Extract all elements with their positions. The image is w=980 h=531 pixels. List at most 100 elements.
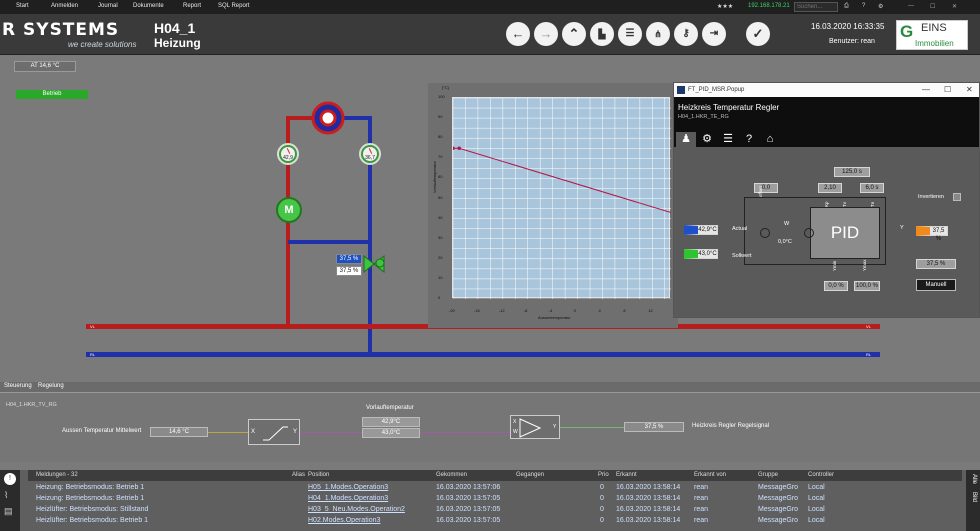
col-position[interactable]: Position xyxy=(308,472,329,478)
message-row[interactable]: Heizlüfter: Betriebsmodus: Stillstand H0… xyxy=(28,505,962,516)
valve-setpoint[interactable]: 37,5 % xyxy=(336,254,362,264)
kp-value[interactable]: 2,10 xyxy=(818,183,842,193)
manual-value[interactable]: 37,5 % xyxy=(916,259,956,269)
summing-junction-1 xyxy=(760,228,770,238)
chart-y-tick: 80 xyxy=(438,134,443,140)
server-button[interactable]: ☰ xyxy=(618,22,642,46)
message-prio: 0 xyxy=(600,517,604,524)
menu-start[interactable]: Start xyxy=(16,3,29,9)
tab-regelung[interactable]: Regelung xyxy=(38,383,64,389)
popup-close-icon[interactable]: ✕ xyxy=(966,85,973,94)
tab-steuerung[interactable]: Steuerung xyxy=(4,383,32,389)
col-controller[interactable]: Controller xyxy=(808,472,834,478)
network-button[interactable]: ⋔ xyxy=(646,22,670,46)
col-erkannt-von[interactable]: Erkannt von xyxy=(694,472,726,478)
supply-temperature-gauge[interactable]: 42,9 xyxy=(277,143,299,165)
help-icon[interactable]: ? xyxy=(862,3,865,9)
message-position-link[interactable]: H03_5_Neu.Modes.Operation2 xyxy=(308,506,405,513)
tab-tags[interactable]: ⌂ xyxy=(760,132,780,147)
help-icon: ? xyxy=(745,133,753,145)
ymin-value[interactable]: 0,0 % xyxy=(824,281,848,291)
valve-icon[interactable] xyxy=(362,254,390,274)
chart-x-tick: -12 xyxy=(498,308,505,313)
message-came: 16.03.2020 13:57:05 xyxy=(436,506,501,513)
trend-icon[interactable]: ⌇ xyxy=(4,490,8,501)
message-controller: Local xyxy=(808,517,825,524)
manual-button[interactable]: Manuell xyxy=(916,279,956,291)
window-close-icon[interactable]: ✕ xyxy=(952,3,957,10)
regler-value: 37,5 % xyxy=(624,422,684,432)
col-erkannt[interactable]: Erkannt xyxy=(616,472,637,478)
forward-button[interactable]: → xyxy=(534,22,558,46)
arrow-left-icon: ← xyxy=(511,26,525,41)
tab-user[interactable]: ♟ xyxy=(676,132,696,147)
window-maximize-icon[interactable]: ☐ xyxy=(930,3,935,10)
menu-dokumente[interactable]: Dokumente xyxy=(133,3,164,9)
up-button[interactable]: ⌃ xyxy=(562,22,586,46)
menu-anmelden[interactable]: Anmelden xyxy=(51,3,78,9)
control-tabs: Steuerung Regelung xyxy=(0,382,980,392)
menu-report[interactable]: Report xyxy=(183,3,201,9)
window-minimize-icon[interactable]: — xyxy=(908,3,914,9)
kd-value[interactable]: 125,0 s xyxy=(834,167,870,177)
col-prio[interactable]: Prio xyxy=(598,472,609,478)
message-prio: 0 xyxy=(600,506,604,513)
search-input[interactable] xyxy=(794,2,838,12)
w-label: W xyxy=(784,221,790,227)
tab-alle[interactable]: Alle xyxy=(971,474,977,484)
gear-icon[interactable]: ⚙ xyxy=(878,3,883,10)
menu-sql-report[interactable]: SQL Report xyxy=(218,3,249,9)
message-controller: Local xyxy=(808,484,825,491)
messages-icon[interactable]: ! xyxy=(4,473,16,485)
outside-temperature-field[interactable]: AT 14,6 °C xyxy=(14,61,76,72)
col-gegangen[interactable]: Gegangen xyxy=(516,472,544,478)
vorlauf-label: Vorlauftemperatur xyxy=(366,405,414,411)
exit-icon: ⇥ xyxy=(709,28,719,39)
vorlauf-value-2: 43,0°C xyxy=(362,428,420,438)
tab-help[interactable]: ? xyxy=(739,132,759,147)
message-text: Heizung: Betriebsmodus: Betrieb 1 xyxy=(36,484,145,491)
tab-bild[interactable]: Bild xyxy=(971,492,977,502)
back-button[interactable]: ← xyxy=(506,22,530,46)
popup-titlebar: FT_PID_MSR.Popup — ☐ ✕ xyxy=(674,83,979,97)
key-button[interactable]: ⚷ xyxy=(674,22,698,46)
tab-database[interactable]: ☰ xyxy=(718,132,738,147)
col-meldungen[interactable]: Meldungen - 32 xyxy=(36,472,78,478)
message-row[interactable]: Heizung: Betriebsmodus: Betrieb 1 H05_1.… xyxy=(28,483,962,494)
popup-minimize-icon[interactable]: — xyxy=(922,85,930,94)
setpoint-value: 43,0°C xyxy=(684,249,718,259)
up-icon: ⌃ xyxy=(568,26,580,41)
chart-y-tick: 10 xyxy=(438,274,443,280)
motor-icon[interactable]: M xyxy=(276,197,302,223)
invert-checkbox[interactable] xyxy=(953,193,961,201)
col-gekommen[interactable]: Gekommen xyxy=(436,472,467,478)
message-position-link[interactable]: H02.Modes.Operation3 xyxy=(308,517,380,524)
popup-maximize-icon[interactable]: ☐ xyxy=(944,85,951,94)
factory-icon: ▙ xyxy=(598,29,606,39)
confirm-button[interactable]: ✓ xyxy=(746,22,770,46)
return-temperature-gauge[interactable]: 36,7 xyxy=(359,143,381,165)
chart-x-tick: 12 xyxy=(648,308,653,313)
popup-title: FT_PID_MSR.Popup xyxy=(688,87,745,93)
message-position-link[interactable]: H04_1.Modes.Operation3 xyxy=(308,495,388,502)
plant-button[interactable]: ▙ xyxy=(590,22,614,46)
message-group: MessageGro xyxy=(758,484,799,491)
ymax-value[interactable]: 100,0 % xyxy=(854,281,880,291)
exit-button[interactable]: ⇥ xyxy=(702,22,726,46)
heating-curve-chart: [°C] Vorlauftemperatur Aussentemperatur … xyxy=(428,83,678,328)
menu-journal[interactable]: Journal xyxy=(98,3,118,9)
status-badge[interactable]: Betrieb xyxy=(16,90,88,99)
message-group: MessageGro xyxy=(758,506,799,513)
tab-settings[interactable]: ⚙ xyxy=(697,132,717,147)
message-row[interactable]: Heizlüfter: Betriebsmodus: Betrieb 1 H02… xyxy=(28,516,962,527)
pump-icon[interactable] xyxy=(311,101,345,135)
message-position-link[interactable]: H05_1.Modes.Operation3 xyxy=(308,484,388,491)
tn-value[interactable]: 6,0 s xyxy=(860,183,884,193)
printer-icon[interactable]: ⎙ xyxy=(844,3,849,10)
message-row[interactable]: Heizung: Betriebsmodus: Betrieb 1 H04_1.… xyxy=(28,494,962,505)
col-alias[interactable]: Alias xyxy=(292,472,305,478)
setpoint-label: Sollwert xyxy=(732,253,752,259)
chart-y-tick: 40 xyxy=(438,214,443,220)
book-icon[interactable]: ▤ xyxy=(4,506,13,517)
col-gruppe[interactable]: Gruppe xyxy=(758,472,778,478)
